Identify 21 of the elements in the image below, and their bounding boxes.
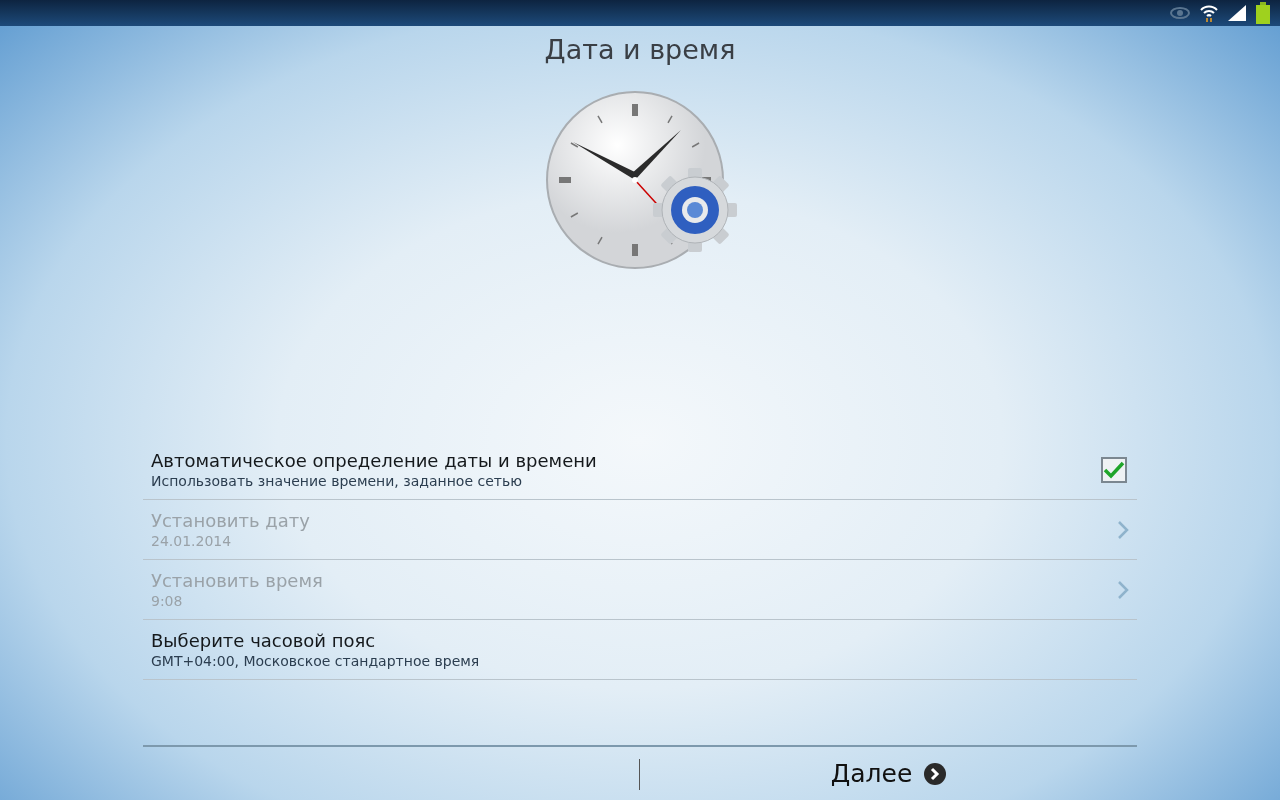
setting-summary: Использовать значение времени, заданное сетью xyxy=(151,473,523,489)
settings-row[interactable]: Автоматическое определение даты и времени Использовать значение времени, заданное сетью xyxy=(143,440,1137,500)
setting-title: Установить время xyxy=(151,570,324,591)
eye-icon xyxy=(1170,6,1190,20)
next-button[interactable]: Далее xyxy=(822,755,955,792)
setting-summary: 24.01.2014 xyxy=(151,533,233,549)
settings-row[interactable]: Выберите часовой пояс GMT+04:00, Московское стандартное время xyxy=(143,620,1137,680)
signal-icon xyxy=(1228,5,1246,21)
checkbox[interactable] xyxy=(1101,456,1127,483)
wifi-icon xyxy=(1200,4,1218,22)
setting-title: Установить дату xyxy=(151,510,311,531)
battery-icon xyxy=(1256,2,1270,24)
setting-summary: GMT+04:00, Московское стандартное время xyxy=(151,653,481,669)
setting-summary: 9:08 xyxy=(151,593,184,609)
setting-title: Автоматическое определение даты и времени xyxy=(151,450,598,471)
chevron-right-icon xyxy=(1117,519,1129,540)
arrow-right-circle-icon xyxy=(924,762,947,785)
setting-title: Выберите часовой пояс xyxy=(151,630,377,651)
checkmark-icon xyxy=(1103,460,1125,479)
page-title: Дата и время xyxy=(543,34,737,67)
chevron-right-icon xyxy=(1117,579,1129,600)
